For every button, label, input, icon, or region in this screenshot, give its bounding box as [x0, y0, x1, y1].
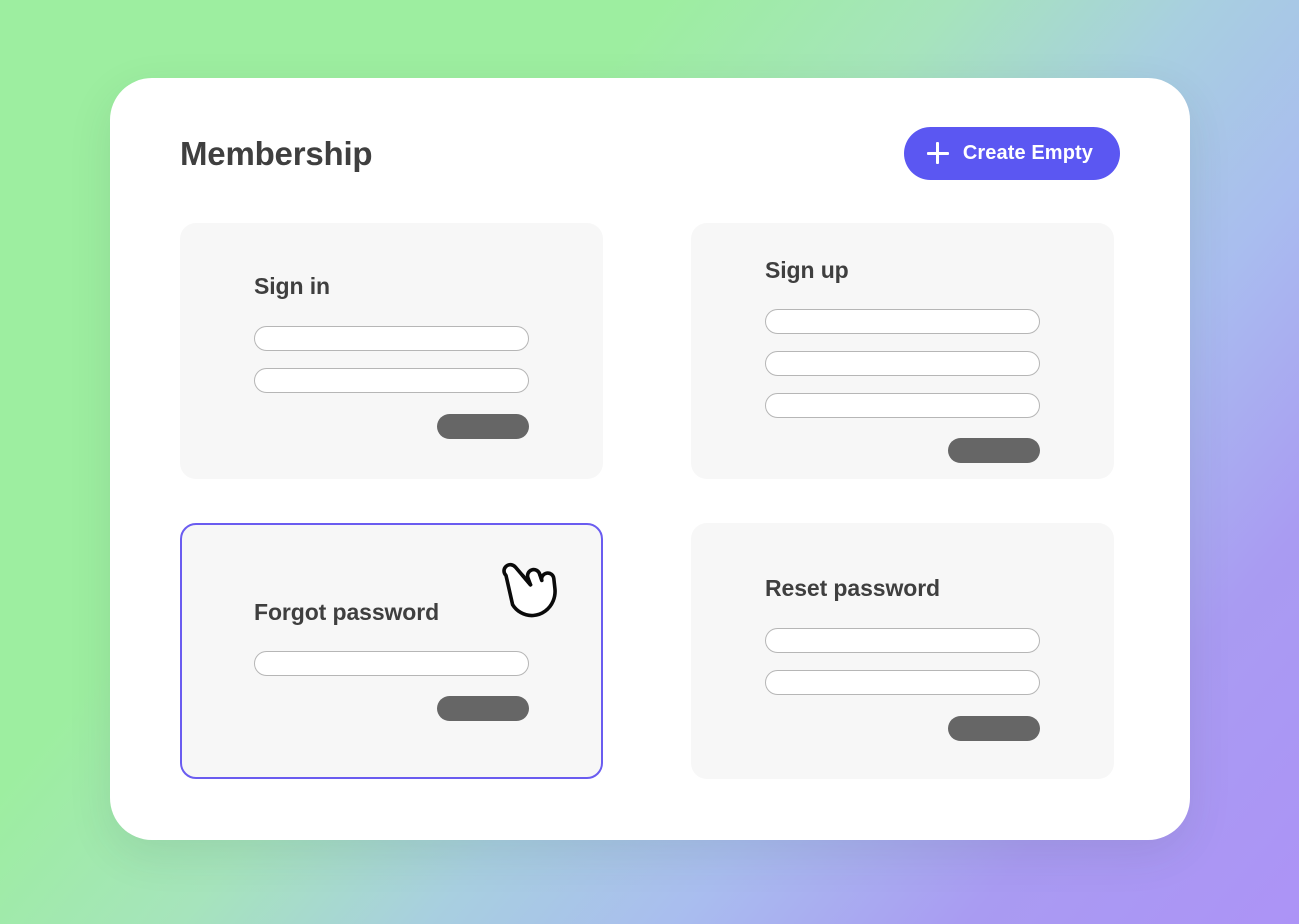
plus-icon	[926, 142, 949, 164]
field-input[interactable]	[765, 351, 1040, 376]
submit-button[interactable]	[437, 696, 529, 721]
submit-row	[765, 438, 1040, 463]
field-input[interactable]	[254, 326, 529, 351]
membership-panel: Membership Create Empty Sign in Sign up …	[110, 78, 1190, 840]
create-empty-button-label: Create Empty	[962, 141, 1093, 164]
submit-row	[254, 414, 529, 439]
submit-button[interactable]	[948, 716, 1040, 741]
submit-button[interactable]	[948, 438, 1040, 463]
field-list	[765, 628, 1040, 695]
submit-button[interactable]	[437, 414, 529, 439]
field-list	[254, 651, 529, 676]
card-body: Reset password	[693, 525, 1112, 777]
panel-header: Membership Create Empty	[180, 124, 1120, 182]
submit-row	[254, 696, 529, 721]
card-body: Sign up	[693, 225, 1112, 477]
create-empty-button[interactable]: Create Empty	[903, 126, 1120, 180]
field-input[interactable]	[254, 651, 529, 676]
card-title-sign-in: Sign in	[254, 273, 330, 299]
submit-row	[765, 716, 1040, 741]
template-card-reset-password[interactable]: Reset password	[691, 523, 1114, 779]
template-card-sign-up[interactable]: Sign up	[691, 223, 1114, 479]
template-card-forgot-password[interactable]: Forgot password	[180, 523, 603, 779]
template-card-grid: Sign in Sign up Forgot password Reset pa…	[180, 223, 1120, 779]
page-title: Membership	[180, 134, 373, 172]
card-body: Sign in	[182, 225, 601, 477]
card-title-sign-up: Sign up	[765, 257, 849, 283]
card-body: Forgot password	[182, 525, 601, 777]
card-title-forgot-password: Forgot password	[254, 599, 440, 625]
field-input[interactable]	[765, 309, 1040, 334]
field-list	[765, 309, 1040, 418]
card-title-reset-password: Reset password	[765, 575, 940, 601]
field-input[interactable]	[765, 628, 1040, 653]
field-input[interactable]	[254, 368, 529, 393]
template-card-sign-in[interactable]: Sign in	[180, 223, 603, 479]
field-list	[254, 326, 529, 393]
field-input[interactable]	[765, 393, 1040, 418]
field-input[interactable]	[765, 670, 1040, 695]
